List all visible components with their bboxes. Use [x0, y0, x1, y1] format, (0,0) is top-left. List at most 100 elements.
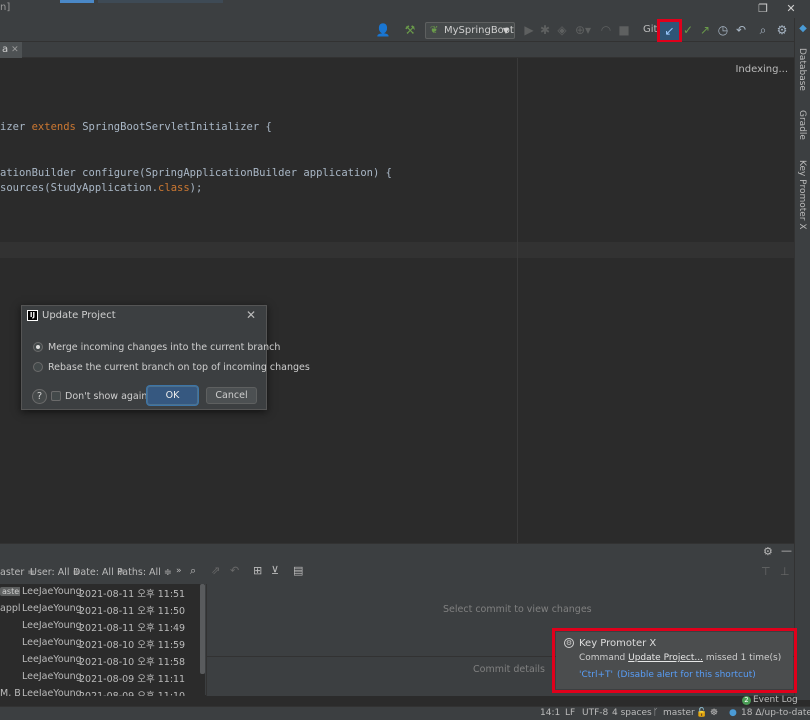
table-row[interactable]: appl LeeJaeYoung 2021-08-11 오후 11:50 — [0, 603, 200, 620]
more-icon[interactable]: » — [176, 566, 182, 576]
git-push-icon[interactable]: ↗ — [698, 21, 712, 39]
table-row[interactable]: asterLeeJaeYoung2021-08-11 오후 11:51 — [0, 586, 200, 603]
update-project-dialog: IJ Update Project ✕ Merge incoming chang… — [21, 305, 310, 410]
collapse-icon[interactable]: ⊥ — [780, 565, 790, 578]
right-margin-guide — [517, 58, 518, 543]
git-update-project-button[interactable]: ↙ — [657, 19, 682, 43]
layout-icon[interactable]: ▤ — [293, 564, 303, 577]
plugin-icon[interactable]: ◆ — [796, 20, 810, 38]
expand-icon[interactable]: ⊤ — [761, 565, 771, 578]
merge-radio[interactable] — [33, 342, 43, 352]
file-encoding[interactable]: UTF-8 — [582, 708, 608, 718]
settings-icon[interactable]: ⚙ — [775, 21, 789, 39]
title-tab-indicator — [98, 0, 223, 3]
merge-option-label[interactable]: Merge incoming changes into the current … — [48, 342, 280, 353]
key-promoter-tool-tab[interactable]: Key Promoter X — [797, 160, 807, 230]
table-row[interactable]: M, BLLeeJaeYoung2021-08-09 오후 11:10 — [0, 688, 200, 696]
search-icon[interactable]: ⌕ — [756, 21, 770, 39]
select-commit-hint: Select commit to view changes — [443, 604, 592, 615]
update-project-link[interactable]: Update Project... — [628, 653, 703, 663]
code-line: ationBuilder configure(SpringApplication… — [0, 167, 392, 179]
coverage-icon[interactable]: ◈ — [556, 21, 568, 39]
chevron-down-icon: ▼ — [502, 26, 509, 35]
table-row[interactable]: LeeJaeYoung 2021-08-09 오후 11:11 — [0, 671, 200, 688]
dialog-title: Update Project — [42, 310, 116, 321]
table-row[interactable]: LeeJaeYoung 2021-08-11 오후 11:49 — [0, 620, 200, 637]
git-log-filter-bar: aster ≑ User: All ≑ Date: All ≑ Paths: A… — [0, 564, 205, 582]
key-promoter-notification: ⚙ Key Promoter X Command Update Project.… — [556, 632, 793, 689]
attach-icon[interactable]: ◠ — [600, 21, 612, 39]
event-count-badge: 2 — [742, 696, 751, 705]
caret-position[interactable]: 14:1 — [540, 708, 560, 718]
editor-tab-row: a ✕ — [0, 42, 794, 58]
graph-options-icon[interactable]: ⊞ — [253, 564, 262, 577]
git-branch-icon: ᚴ — [653, 708, 659, 718]
run-icon[interactable]: ▶ — [523, 21, 535, 39]
commit-list-scrollbar[interactable] — [200, 584, 205, 674]
code-editor[interactable]: Indexing... izer extends SpringBootServl… — [0, 58, 794, 543]
intellij-icon: IJ — [27, 310, 38, 321]
title-tab-indicator — [60, 0, 94, 3]
run-configuration-select[interactable]: ❦ MySpringBoot ▼ — [425, 22, 515, 39]
close-icon[interactable]: ✕ — [11, 45, 19, 55]
table-row[interactable]: LeeJaeYoung 2021-08-10 오후 11:58 — [0, 654, 200, 671]
editor-file-tab[interactable]: a ✕ — [0, 42, 22, 58]
history-icon[interactable]: ◷ — [716, 21, 730, 39]
commit-list[interactable]: asterLeeJaeYoung2021-08-11 오후 11:51 appl… — [0, 584, 205, 696]
stop-icon[interactable]: ■ — [618, 21, 630, 39]
profile-icon[interactable]: ⊕▾ — [573, 21, 593, 39]
notification-body: Command Update Project... missed 1 time(… — [579, 653, 782, 663]
inspection-icon[interactable]: ☸ — [710, 708, 718, 718]
settings-icon[interactable]: ⚙ — [763, 545, 773, 558]
git-branch[interactable]: master — [663, 708, 695, 718]
close-icon[interactable]: ✕ — [246, 308, 256, 322]
dialog-header: IJ Update Project ✕ — [22, 306, 266, 326]
gradle-tool-tab[interactable]: Gradle — [797, 110, 807, 140]
git-panel-header: ⚙ — — [0, 544, 794, 560]
window-title: n] — [0, 2, 11, 13]
restore-window-button[interactable]: ❐ — [752, 1, 774, 16]
vcs-status[interactable]: 18 Δ/up-to-date — [741, 708, 810, 718]
status-bar: 14:1 LF UTF-8 4 spaces ᚴ master 🔓 ☸ ● 18… — [0, 706, 810, 720]
build-hammer-icon[interactable]: ⚒ — [403, 21, 417, 39]
search-icon[interactable]: ⌕ — [190, 564, 196, 578]
user-icon[interactable]: 👤▾ — [373, 21, 393, 55]
cancel-button[interactable]: Cancel — [206, 387, 257, 404]
lock-icon[interactable]: 🔓 — [696, 708, 707, 718]
disable-alert-link[interactable]: (Disable alert for this shortcut) — [617, 670, 756, 680]
table-row[interactable]: LeeJaeYoung 2021-08-10 오후 11:59 — [0, 637, 200, 654]
git-commit-icon[interactable]: ✓ — [681, 21, 695, 39]
event-log-button[interactable]: 2 Event Log — [742, 695, 798, 705]
indent-setting[interactable]: 4 spaces — [612, 708, 652, 718]
key-promoter-icon: ⚙ — [564, 638, 574, 648]
cherry-pick-icon[interactable]: ⇗ — [211, 564, 220, 577]
title-bar: n] ❐ ✕ — [0, 0, 810, 18]
git-update-icon: ↙ — [664, 24, 675, 38]
debug-icon[interactable]: ✱ — [539, 21, 551, 39]
minimize-icon[interactable]: — — [781, 544, 792, 557]
code-line: sources(StudyApplication.class); — [0, 182, 203, 194]
event-log-label: Event Log — [753, 695, 798, 705]
spring-icon: ❦ — [430, 25, 439, 36]
dont-show-again-label[interactable]: Don't show again — [65, 391, 147, 402]
notification-title: Key Promoter X — [579, 638, 657, 649]
rollback-icon[interactable]: ↶ — [734, 21, 748, 39]
update-status-icon: ● — [729, 708, 737, 718]
ok-button[interactable]: OK — [147, 386, 198, 405]
help-button[interactable]: ? — [32, 389, 47, 404]
database-tool-tab[interactable]: Database — [797, 48, 807, 91]
revert-icon[interactable]: ↶ — [230, 564, 239, 577]
shortcut-label[interactable]: 'Ctrl+T' — [579, 670, 613, 680]
close-window-button[interactable]: ✕ — [780, 1, 802, 16]
filter-icon[interactable]: ⊻ — [271, 564, 279, 577]
line-separator[interactable]: LF — [565, 708, 575, 718]
current-line-highlight — [0, 242, 794, 258]
indexing-status: Indexing... — [735, 64, 788, 75]
code-line: izer extends SpringBootServletInitialize… — [0, 121, 272, 133]
dont-show-again-checkbox[interactable] — [51, 391, 61, 401]
rebase-radio[interactable] — [33, 362, 43, 372]
commit-details-label: Commit details — [473, 664, 545, 675]
file-tab-label: a — [2, 44, 9, 55]
paths-filter[interactable]: Paths: All ≑ — [117, 567, 172, 578]
rebase-option-label[interactable]: Rebase the current branch on top of inco… — [48, 362, 310, 373]
